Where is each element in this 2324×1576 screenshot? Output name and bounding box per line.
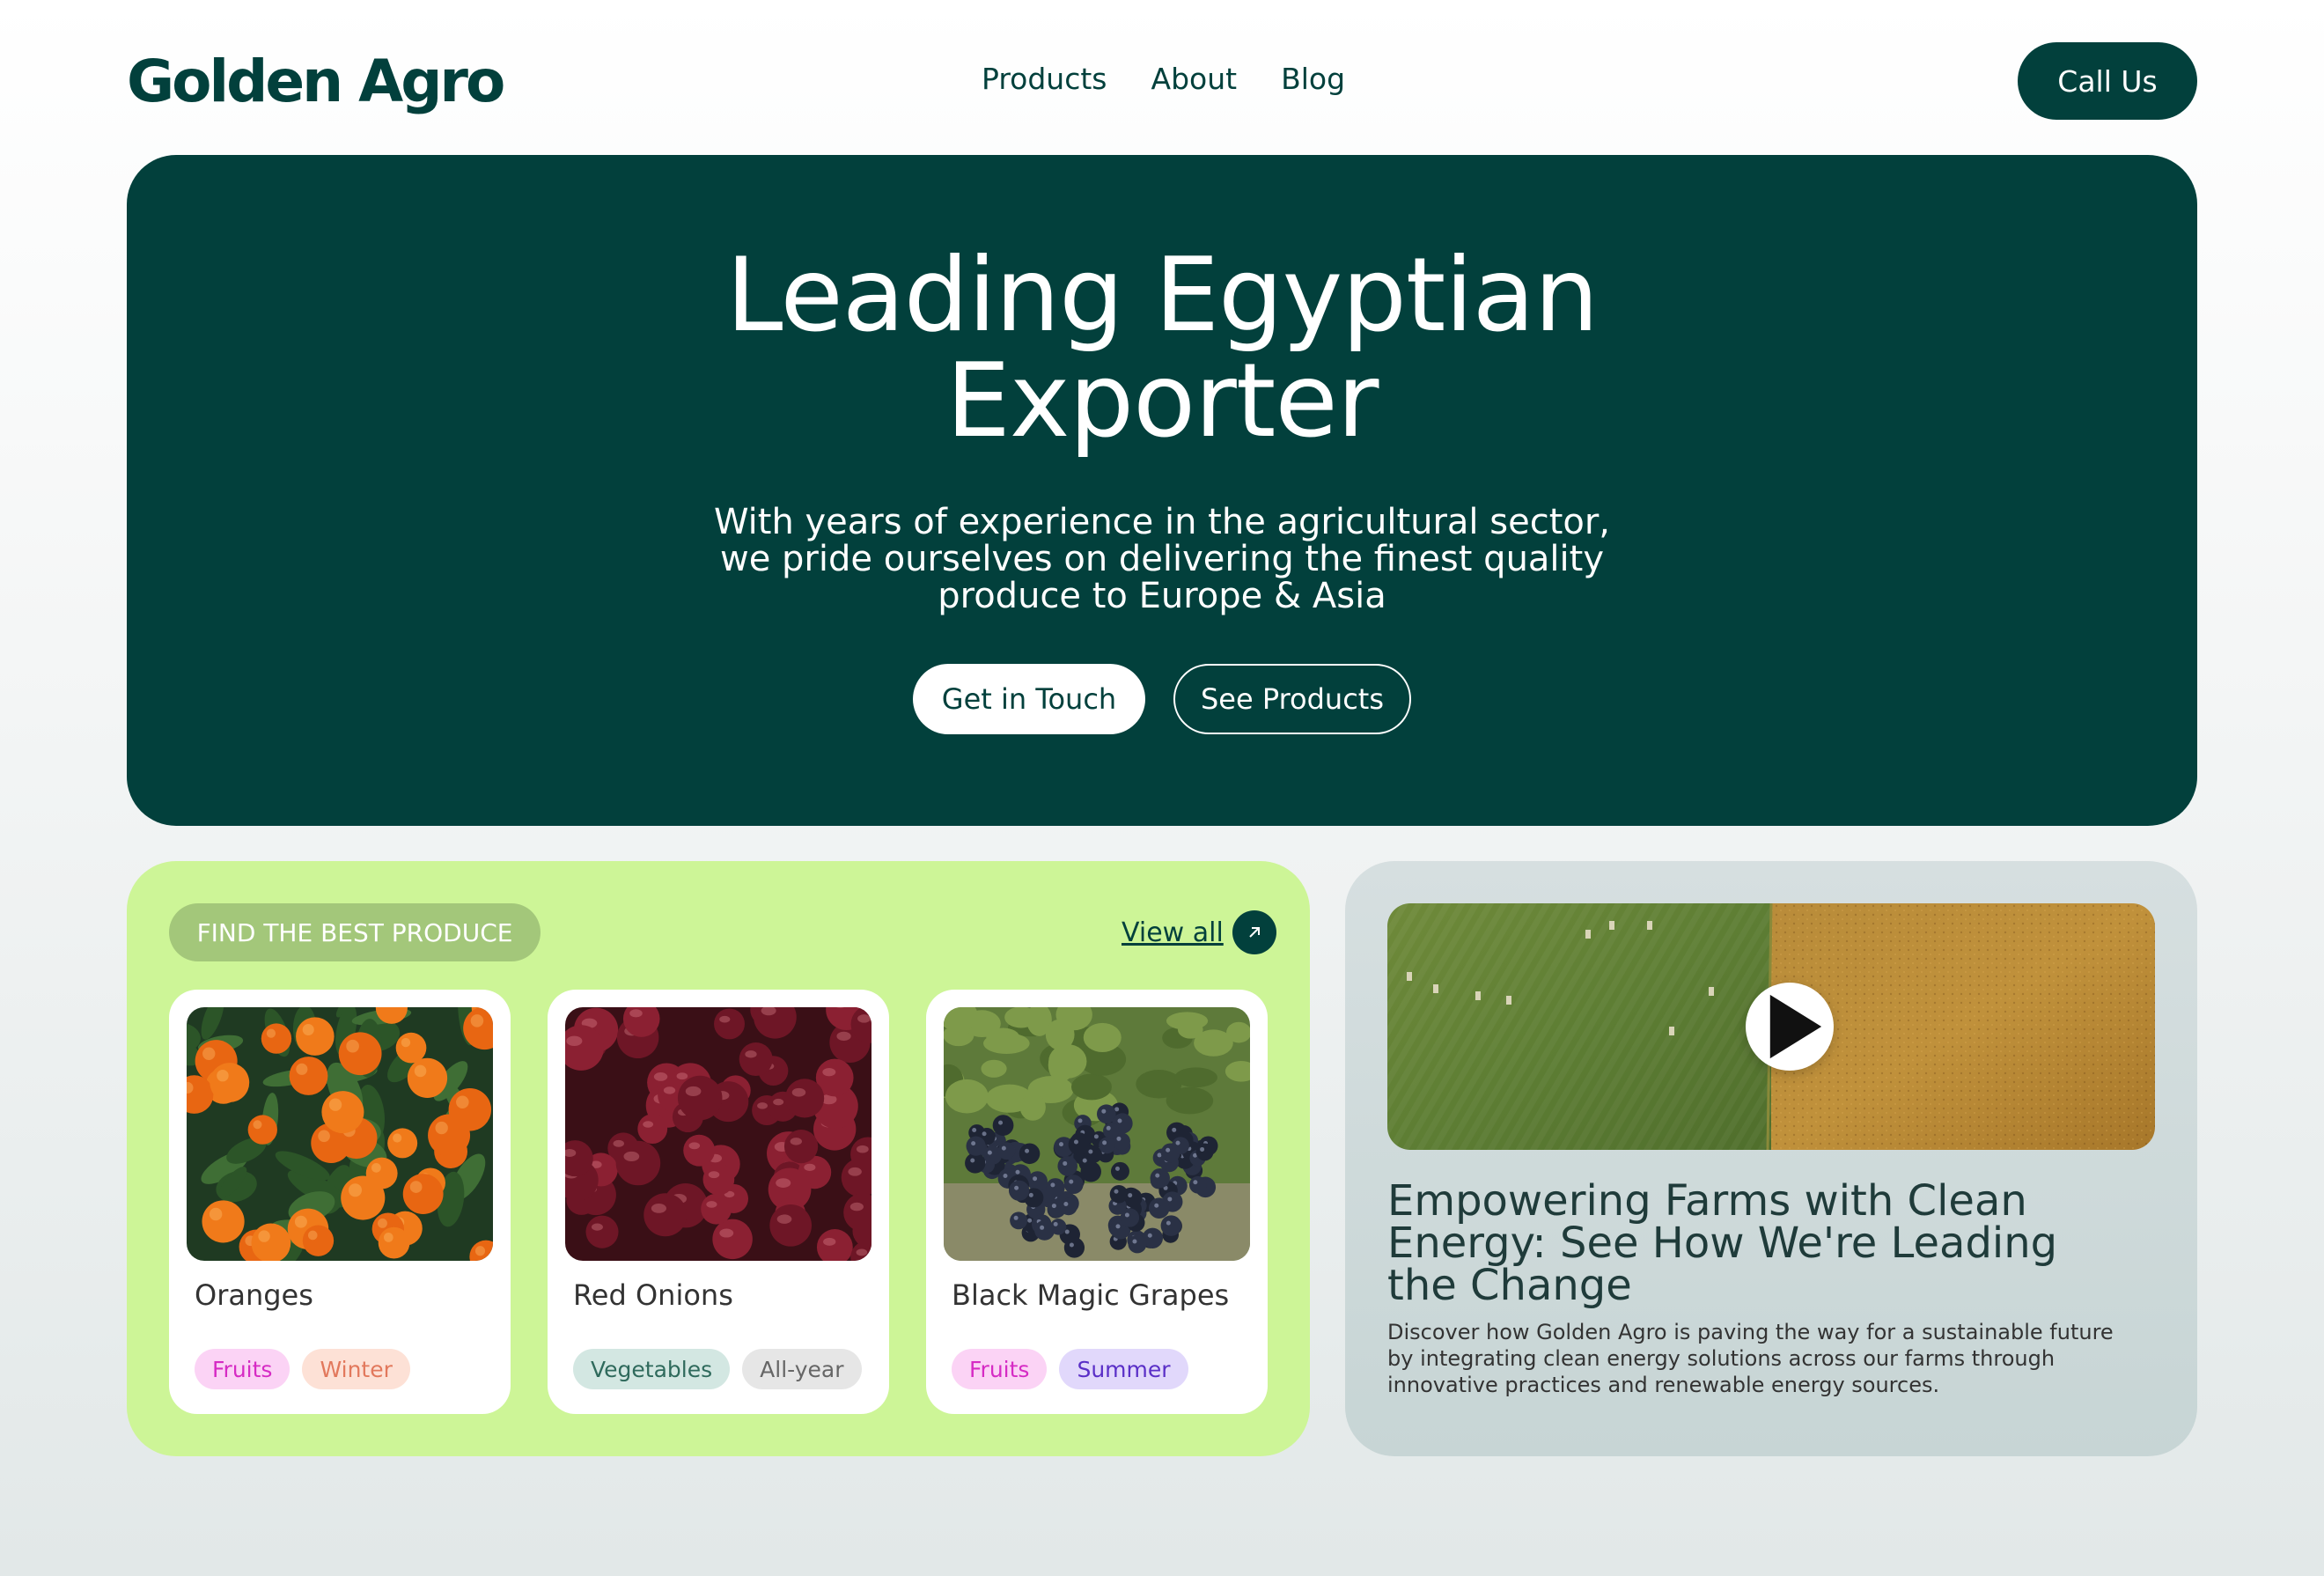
product-tags: Fruits Summer xyxy=(952,1349,1188,1389)
produce-panel: FIND THE BEST PRODUCE View all Oranges F… xyxy=(127,861,1310,1456)
product-tags: Vegetables All-year xyxy=(573,1349,862,1389)
blog-title[interactable]: Empowering Farms with Clean Energy: See … xyxy=(1387,1180,2092,1307)
site-header: Golden Agro Products About Blog Call Us xyxy=(0,0,2324,155)
product-name: Oranges xyxy=(195,1278,313,1312)
tag-fruits[interactable]: Fruits xyxy=(952,1349,1048,1389)
view-all-label[interactable]: View all xyxy=(1122,917,1224,948)
play-button[interactable] xyxy=(1746,983,1834,1071)
produce-cards: Oranges Fruits Winter Red Onions Vegetab… xyxy=(169,990,1268,1414)
blog-panel: Empowering Farms with Clean Energy: See … xyxy=(1345,861,2197,1456)
get-in-touch-button[interactable]: Get in Touch xyxy=(913,664,1145,734)
product-card-black-magic-grapes[interactable]: Black Magic Grapes Fruits Summer xyxy=(926,990,1268,1414)
tag-summer[interactable]: Summer xyxy=(1059,1349,1188,1389)
nav-products[interactable]: Products xyxy=(982,62,1107,96)
product-name: Red Onions xyxy=(573,1278,733,1312)
red-onions-photo xyxy=(565,1007,872,1261)
product-card-red-onions[interactable]: Red Onions Vegetables All-year xyxy=(548,990,889,1414)
hero-subtitle: With years of experience in the agricult… xyxy=(713,502,1611,616)
product-name: Black Magic Grapes xyxy=(952,1278,1230,1312)
produce-badge: FIND THE BEST PRODUCE xyxy=(169,903,541,961)
tag-all-year[interactable]: All-year xyxy=(742,1349,862,1389)
main-nav: Products About Blog xyxy=(982,62,1345,96)
hero-section: Leading Egyptian Exporter With years of … xyxy=(127,155,2197,826)
grapes-photo xyxy=(944,1007,1250,1261)
hero-title-line-1: Leading Egyptian xyxy=(725,236,1599,355)
farm-aerial-video[interactable] xyxy=(1387,903,2155,1150)
play-icon[interactable] xyxy=(1746,903,1834,1150)
arrow-up-right-icon[interactable] xyxy=(1232,910,1276,954)
oranges-photo xyxy=(187,1007,493,1261)
tag-winter[interactable]: Winter xyxy=(302,1349,410,1389)
blog-description: Discover how Golden Agro is paving the w… xyxy=(1387,1320,2114,1397)
tag-fruits[interactable]: Fruits xyxy=(195,1349,290,1389)
hero-title-line-2: Exporter xyxy=(945,342,1379,460)
product-card-oranges[interactable]: Oranges Fruits Winter xyxy=(169,990,511,1414)
product-tags: Fruits Winter xyxy=(195,1349,410,1389)
tag-vegetables[interactable]: Vegetables xyxy=(573,1349,731,1389)
nav-blog[interactable]: Blog xyxy=(1281,62,1345,96)
nav-about[interactable]: About xyxy=(1151,62,1238,96)
hero-actions: Get in Touch See Products xyxy=(127,664,2197,734)
logo[interactable]: Golden Agro xyxy=(127,48,505,115)
see-products-button[interactable]: See Products xyxy=(1173,664,1411,734)
hero-title: Leading Egyptian Exporter xyxy=(127,243,2197,454)
call-us-button[interactable]: Call Us xyxy=(2018,42,2197,120)
view-all-link[interactable]: View all xyxy=(1122,910,1276,954)
